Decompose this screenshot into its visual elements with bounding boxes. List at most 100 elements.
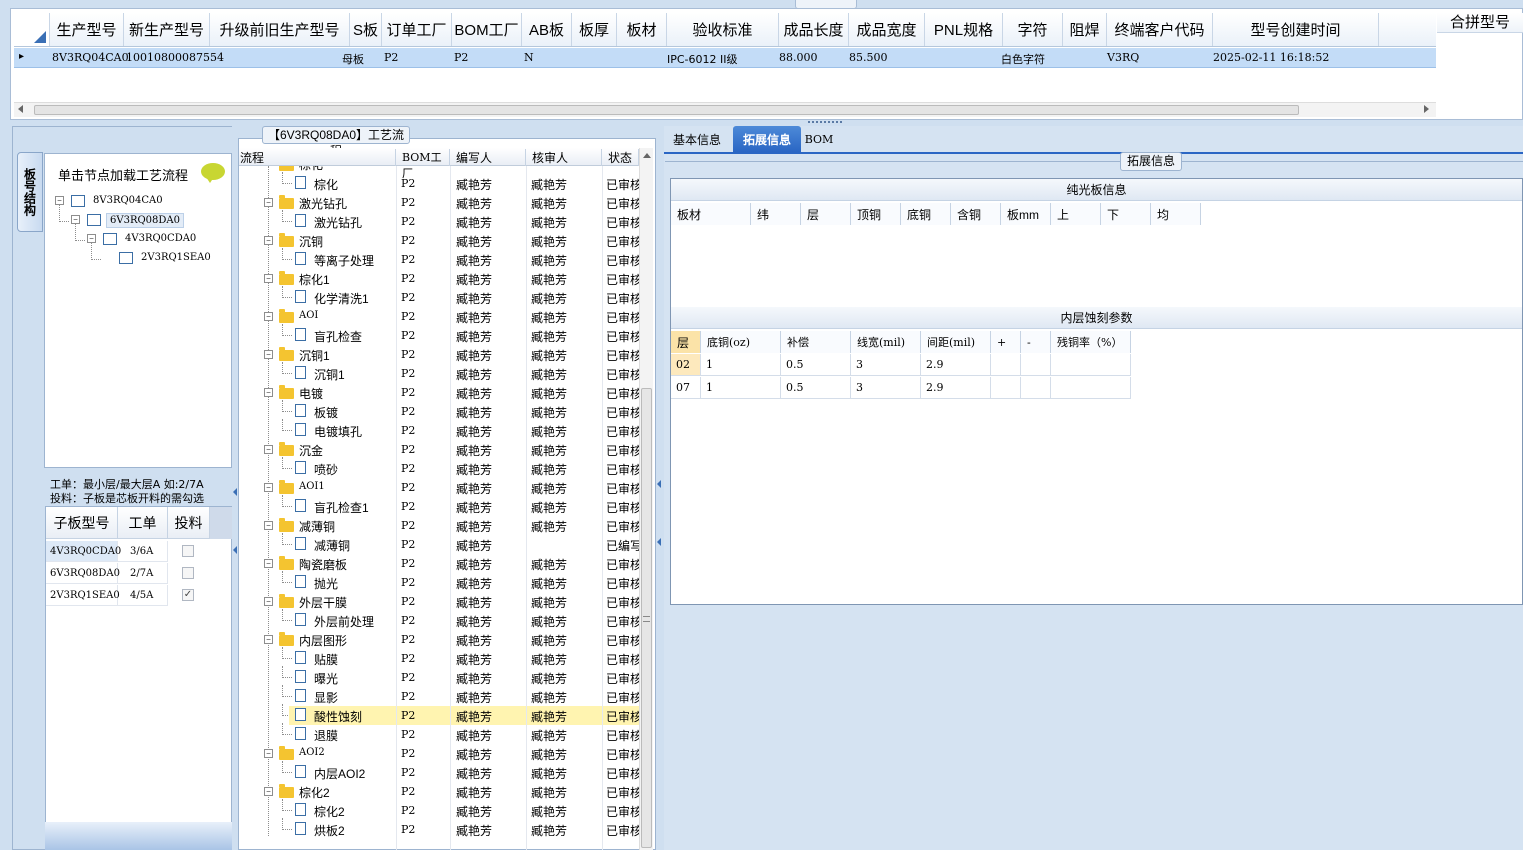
grid-col-header[interactable]: 生产型号: [50, 13, 124, 46]
process-col-header[interactable]: 编写人: [450, 149, 526, 166]
grid-col-header[interactable]: BOM工厂: [452, 13, 522, 46]
grid-col-header[interactable]: 成品长度: [779, 13, 849, 46]
tree-collapse-icon[interactable]: −: [264, 635, 273, 644]
etch-cell[interactable]: 2.9: [921, 354, 991, 376]
etch-cell[interactable]: [1051, 377, 1131, 399]
row-cell-production-model[interactable]: 8V3RQ04CA0: [52, 51, 129, 64]
bare-board-col[interactable]: 顶铜: [851, 203, 901, 225]
grid-col-header[interactable]: 型号创建时间: [1213, 13, 1379, 46]
process-col-header[interactable]: 流程: [239, 149, 396, 166]
tree-collapse-icon[interactable]: −: [55, 196, 64, 205]
sub-row-order[interactable]: 3/6A: [118, 541, 168, 562]
bare-board-col[interactable]: 纬: [751, 203, 801, 225]
etch-col-header[interactable]: 底铜(oz): [701, 331, 781, 353]
row-cell-ab-board[interactable]: N: [524, 51, 534, 64]
feed-checkbox[interactable]: ✓: [182, 589, 194, 601]
etch-cell[interactable]: [1051, 354, 1131, 376]
row-cell-char[interactable]: 白色字符: [1001, 51, 1045, 67]
tree-collapse-icon[interactable]: −: [264, 312, 273, 321]
grid-col-header[interactable]: 板材: [617, 13, 667, 46]
row-cell-standard[interactable]: IPC-6012 II级: [667, 51, 738, 67]
process-step-row[interactable]: 显影 P2 臧艳芳 臧艳芳 已审核: [239, 685, 639, 706]
process-group-row[interactable]: − AOI1 P2 臧艳芳 臧艳芳 已审核: [239, 478, 639, 497]
process-group-row[interactable]: − 外层干膜 P2 臧艳芳 臧艳芳 已审核: [239, 592, 639, 611]
process-group-row[interactable]: − 沉铜 P2 臧艳芳 臧艳芳 已审核: [239, 231, 639, 250]
etch-cell[interactable]: 3: [851, 377, 921, 399]
grid-col-header[interactable]: 订单工厂: [382, 13, 452, 46]
etch-cell[interactable]: [1021, 377, 1051, 399]
row-cell-customer-code[interactable]: V3RQ: [1107, 51, 1139, 64]
grid-col-header[interactable]: 板厚: [572, 13, 617, 46]
row-cell-order-factory[interactable]: P2: [384, 51, 398, 64]
row-cell-created[interactable]: 2025-02-11 16:18:52: [1213, 51, 1329, 64]
sub-row-model[interactable]: 4V3RQ0CDA0: [46, 541, 121, 562]
etch-cell[interactable]: [1021, 354, 1051, 376]
grid-corner-select-all[interactable]: [14, 13, 50, 46]
bare-board-col[interactable]: 层: [801, 203, 851, 225]
tree-collapse-icon[interactable]: −: [264, 521, 273, 530]
etch-cell[interactable]: 2.9: [921, 377, 991, 399]
process-step-row[interactable]: 内层AOI2 P2 臧艳芳 臧艳芳 已审核: [239, 761, 639, 782]
process-group-row[interactable]: − 沉铜1 P2 臧艳芳 臧艳芳 已审核: [239, 345, 639, 364]
process-step-row[interactable]: 电镀填孔 P2 臧艳芳 臧艳芳 已审核: [239, 419, 639, 440]
process-group-row[interactable]: − 棕化1 P2 臧艳芳 臧艳芳 已审核: [239, 269, 639, 288]
sub-row-model[interactable]: 2V3RQ1SEA0: [46, 585, 120, 606]
tree-collapse-icon[interactable]: −: [264, 559, 273, 568]
collapse-left-icon-2[interactable]: [233, 546, 237, 554]
sub-col-header[interactable]: 工单: [118, 507, 168, 539]
bare-board-col[interactable]: 板mm: [1001, 203, 1051, 225]
scroll-up-arrow-icon[interactable]: [643, 153, 651, 158]
etch-cell[interactable]: [991, 354, 1021, 376]
sub-col-header[interactable]: 子板型号: [46, 507, 118, 539]
feed-checkbox[interactable]: [182, 545, 194, 557]
bare-board-col[interactable]: 板材: [671, 203, 751, 225]
tree-node-label[interactable]: 8V3RQ04CA0: [90, 194, 166, 207]
process-group-row[interactable]: − 棕化2 P2 臧艳芳 臧艳芳 已审核: [239, 782, 639, 801]
grid-col-header[interactable]: 字符: [1003, 13, 1063, 46]
grid-col-header[interactable]: AB板: [522, 13, 572, 46]
tree-collapse-icon[interactable]: −: [264, 274, 273, 283]
row-cell-length[interactable]: 88.000: [779, 51, 818, 64]
process-group-row[interactable]: − 减薄铜 P2 臧艳芳 臧艳芳 已审核: [239, 516, 639, 535]
splitter-grip[interactable]: [808, 121, 842, 124]
etch-cell[interactable]: [991, 377, 1021, 399]
process-step-row[interactable]: 烘板2 P2 臧艳芳 臧艳芳 已审核: [239, 818, 639, 839]
etch-cell[interactable]: 1: [701, 377, 781, 399]
etch-col-header[interactable]: 线宽(mil): [851, 331, 921, 353]
bare-board-col[interactable]: 上: [1051, 203, 1101, 225]
process-step-row[interactable]: 退膜 P2 臧艳芳 臧艳芳 已审核: [239, 723, 639, 744]
etch-cell[interactable]: 0.5: [781, 377, 851, 399]
process-step-row[interactable]: 化学清洗1 P2 臧艳芳 臧艳芳 已审核: [239, 286, 639, 307]
etch-layer-cell[interactable]: 02: [671, 354, 701, 376]
sub-row-model[interactable]: 6V3RQ08DA0: [46, 563, 120, 584]
bare-board-col[interactable]: 含铜: [951, 203, 1001, 225]
etch-cell[interactable]: 0.5: [781, 354, 851, 376]
tree-node-label[interactable]: 6V3RQ08DA0: [106, 213, 184, 228]
grid-col-header[interactable]: S板: [350, 13, 382, 46]
process-step-row[interactable]: 外层前处理 P2 臧艳芳 臧艳芳 已审核: [239, 609, 639, 630]
main-grid-row[interactable]: ▸ 8V3RQ04CA0 10010800087554 母板 P2 P2 N IPC-6012…: [14, 48, 1436, 68]
process-step-row[interactable]: 棕化 P2 臧艳芳 臧艳芳 已审核: [239, 172, 639, 193]
process-step-row[interactable]: 棕化2 P2 臧艳芳 臧艳芳 已审核: [239, 799, 639, 820]
process-group-row[interactable]: − 电镀 P2 臧艳芳 臧艳芳 已审核: [239, 383, 639, 402]
process-group-row[interactable]: − 沉金 P2 臧艳芳 臧艳芳 已审核: [239, 440, 639, 459]
sub-row-order[interactable]: 2/7A: [118, 563, 168, 584]
etch-layer-cell[interactable]: 07: [671, 377, 701, 399]
process-group-row[interactable]: − AOI2 P2 臧艳芳 臧艳芳 已审核: [239, 744, 639, 763]
process-col-header[interactable]: BOM工厂: [396, 149, 450, 180]
etch-col-header[interactable]: -: [1021, 331, 1051, 353]
etch-col-header[interactable]: +: [991, 331, 1021, 353]
process-step-row[interactable]: 板镀 P2 臧艳芳 臧艳芳 已审核: [239, 400, 639, 421]
bare-board-col[interactable]: 底铜: [901, 203, 951, 225]
row-cell-new-model[interactable]: 10010800087554: [126, 51, 224, 64]
process-vscroll[interactable]: [639, 148, 653, 850]
process-step-row[interactable]: 激光钻孔 P2 臧艳芳 臧艳芳 已审核: [239, 210, 639, 231]
tree-collapse-icon[interactable]: −: [71, 215, 80, 224]
grid-col-header[interactable]: 升级前旧生产型号: [210, 13, 350, 46]
main-grid-hscroll[interactable]: [14, 102, 1436, 117]
bare-board-col[interactable]: 下: [1101, 203, 1151, 225]
collapse-left-icon[interactable]: [233, 488, 237, 496]
process-group-row[interactable]: − 激光钻孔 P2 臧艳芳 臧艳芳 已审核: [239, 193, 639, 212]
grid-col-header[interactable]: 终端客户代码: [1107, 13, 1213, 46]
row-cell-s-board[interactable]: 母板: [342, 51, 364, 67]
